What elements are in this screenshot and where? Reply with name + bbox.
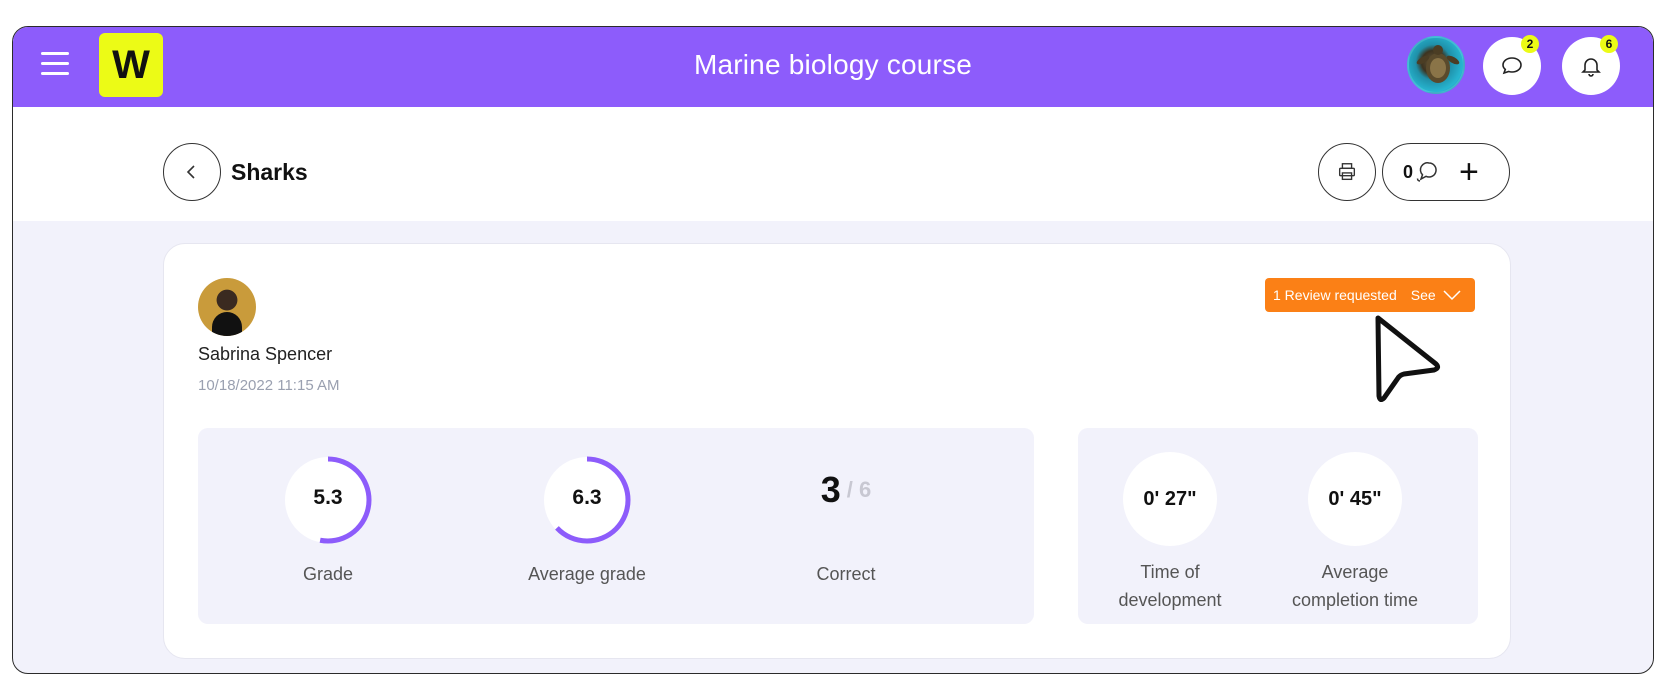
grade-label: Grade bbox=[302, 564, 354, 584]
print-button[interactable] bbox=[1318, 143, 1376, 201]
chat-icon bbox=[1502, 57, 1522, 75]
correct-total: / 6 bbox=[846, 477, 872, 502]
review-requested-button[interactable]: 1 Review requested See bbox=[1265, 278, 1475, 312]
chevron-down-icon bbox=[1443, 290, 1461, 301]
average-completion-time-label-line1: Average bbox=[1321, 562, 1389, 582]
grade-stat: 5.3 Grade bbox=[228, 452, 428, 588]
score-stats-panel: 5.3 Grade 6.3 Average grade 3 / 6 Correc… bbox=[198, 428, 1034, 624]
student-avatar bbox=[198, 278, 256, 336]
correct-value: 3 bbox=[820, 469, 841, 510]
time-of-development-label-line1: Time of bbox=[1140, 562, 1200, 582]
average-grade-label: Average grade bbox=[528, 564, 646, 584]
average-completion-time-value: 0' 45" bbox=[1308, 452, 1402, 546]
average-completion-time-stat: 0' 45" Average completion time bbox=[1255, 452, 1455, 614]
time-of-development-stat: 0' 27" Time of development bbox=[1070, 452, 1270, 614]
chevron-left-icon bbox=[186, 165, 195, 179]
notifications-badge: 6 bbox=[1600, 35, 1618, 53]
submission-date: 10/18/2022 11:15 AM bbox=[198, 377, 340, 394]
page-header: Sharks 0 + bbox=[13, 107, 1653, 221]
grade-ring: 5.3 bbox=[280, 452, 376, 548]
time-stats-panel: 0' 27" Time of development 0' 45" Averag… bbox=[1078, 428, 1478, 624]
notifications-button[interactable]: 6 bbox=[1562, 35, 1620, 95]
comment-icon bbox=[1416, 162, 1437, 182]
average-completion-time-label-line2: completion time bbox=[1291, 590, 1419, 610]
student-name: Sabrina Spencer bbox=[198, 344, 333, 364]
submission-card: Sabrina Spencer 10/18/2022 11:15 AM 1 Re… bbox=[163, 243, 1511, 659]
average-completion-time-label: Average completion time bbox=[1255, 558, 1455, 614]
average-grade-stat: 6.3 Average grade bbox=[487, 452, 687, 588]
bell-icon bbox=[1581, 58, 1601, 77]
average-grade-ring: 6.3 bbox=[539, 452, 635, 548]
comment-count: 0 bbox=[1403, 161, 1414, 182]
page-title: Sharks bbox=[231, 159, 308, 185]
average-grade-value: 6.3 bbox=[572, 486, 602, 509]
correct-label: Correct bbox=[816, 564, 876, 584]
top-bar: W Marine biology course 2 6 bbox=[13, 27, 1653, 107]
cursor-icon bbox=[1375, 315, 1441, 402]
messages-badge: 2 bbox=[1521, 35, 1539, 53]
grade-value: 5.3 bbox=[313, 486, 343, 509]
print-icon bbox=[1338, 163, 1356, 181]
plus-icon: + bbox=[1459, 153, 1479, 191]
time-of-development-label: Time of development bbox=[1070, 558, 1270, 614]
add-comment-button[interactable]: 0 + bbox=[1382, 143, 1510, 201]
app-window: W Marine biology course 2 6 Sharks 0 + S… bbox=[12, 26, 1654, 674]
back-button[interactable] bbox=[163, 143, 221, 201]
correct-stat: 3 / 6 Correct bbox=[746, 452, 946, 588]
messages-button[interactable]: 2 bbox=[1483, 35, 1541, 95]
review-requested-label: 1 Review requested bbox=[1273, 287, 1397, 303]
time-of-development-label-line2: development bbox=[1118, 590, 1222, 610]
time-of-development-value: 0' 27" bbox=[1123, 452, 1217, 546]
user-avatar[interactable] bbox=[1407, 36, 1465, 94]
review-see-label: See bbox=[1410, 287, 1436, 303]
